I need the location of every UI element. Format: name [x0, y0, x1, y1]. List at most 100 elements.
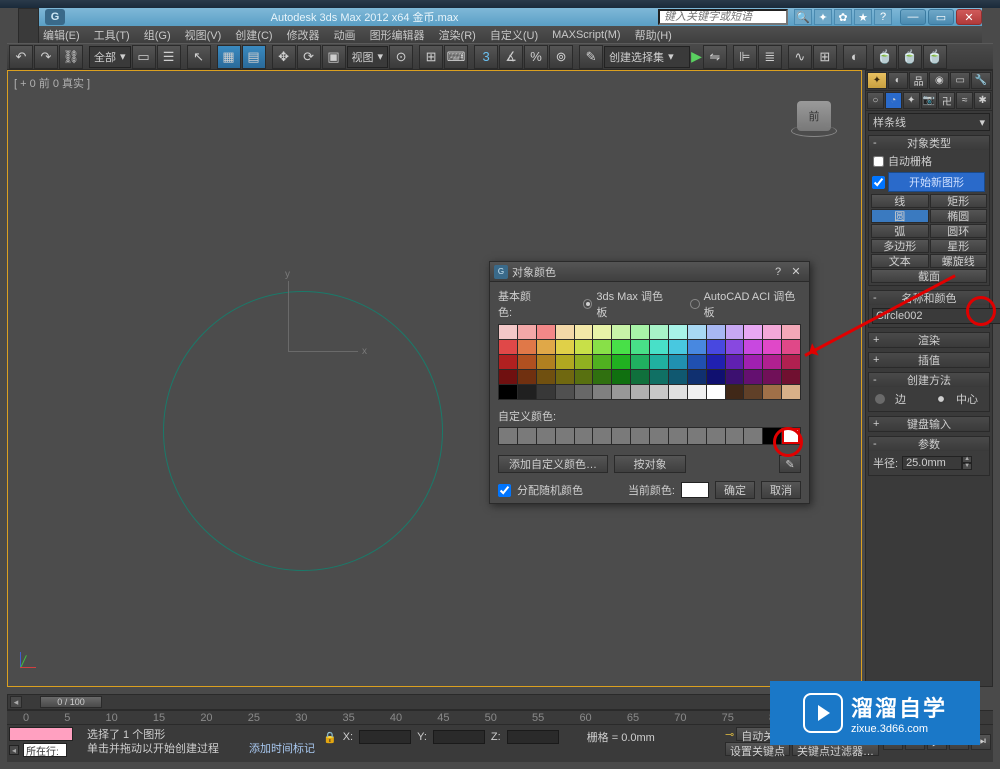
menu-grapheditors[interactable]: 图形编辑器: [370, 27, 425, 43]
viewport-label[interactable]: [ + 0 前 0 真实 ]: [14, 75, 90, 91]
shape-text-button[interactable]: 文本: [871, 254, 929, 268]
custom-color-cell[interactable]: [744, 428, 762, 444]
angle-snap-icon[interactable]: ∡: [499, 45, 523, 69]
spinner-snap-icon[interactable]: ⊚: [549, 45, 573, 69]
palette-color-cell[interactable]: [688, 385, 706, 399]
favorites-icon[interactable]: ★: [854, 9, 872, 25]
palette-color-cell[interactable]: [499, 340, 517, 354]
tab-motion-icon[interactable]: ◉: [929, 72, 949, 89]
palette-color-cell[interactable]: [650, 370, 668, 384]
palette-color-cell[interactable]: [556, 340, 574, 354]
shape-category-dropdown[interactable]: 样条线▾: [868, 113, 990, 131]
palette-color-cell[interactable]: [744, 385, 762, 399]
palette-color-cell[interactable]: [631, 370, 649, 384]
script-swatch[interactable]: [9, 727, 73, 741]
rollout-header[interactable]: +键盘输入: [869, 417, 989, 431]
cancel-button[interactable]: 取消: [761, 481, 801, 499]
time-slider-prev-icon[interactable]: ◂: [10, 696, 22, 708]
tab-display-icon[interactable]: ▭: [950, 72, 970, 89]
shape-line-button[interactable]: 线: [871, 194, 929, 208]
custom-color-cell[interactable]: [593, 428, 611, 444]
add-time-tag-button[interactable]: 添加时间标记: [249, 740, 315, 756]
custom-color-cell[interactable]: [556, 428, 574, 444]
palette-color-cell[interactable]: [593, 355, 611, 369]
palette-color-cell[interactable]: [688, 370, 706, 384]
palette-color-cell[interactable]: [726, 385, 744, 399]
palette-color-cell[interactable]: [669, 370, 687, 384]
tab-utilities-icon[interactable]: 🔧: [971, 72, 991, 89]
tab-hierarchy-icon[interactable]: 品: [909, 72, 929, 89]
key-icon[interactable]: ⊸: [725, 728, 734, 741]
palette-color-cell[interactable]: [612, 340, 630, 354]
palette-color-cell[interactable]: [556, 355, 574, 369]
palette-color-cell[interactable]: [763, 355, 781, 369]
current-color-swatch[interactable]: [681, 482, 709, 498]
palette-color-cell[interactable]: [726, 370, 744, 384]
start-new-shape-button[interactable]: 开始新图形: [888, 172, 985, 192]
palette-color-cell[interactable]: [782, 325, 800, 339]
shape-star-button[interactable]: 星形: [930, 239, 988, 253]
palette-color-cell[interactable]: [518, 370, 536, 384]
shape-helix-button[interactable]: 螺旋线: [930, 254, 988, 268]
cat-systems-icon[interactable]: ✱: [974, 92, 991, 109]
shape-rectangle-button[interactable]: 矩形: [930, 194, 988, 208]
palette-color-cell[interactable]: [707, 325, 725, 339]
cat-geometry-icon[interactable]: ○: [867, 92, 884, 109]
palette-color-cell[interactable]: [763, 370, 781, 384]
palette-color-cell[interactable]: [518, 385, 536, 399]
palette-color-cell[interactable]: [763, 325, 781, 339]
palette-color-cell[interactable]: [518, 355, 536, 369]
custom-color-cell[interactable]: [518, 428, 536, 444]
menu-animation[interactable]: 动画: [334, 27, 356, 43]
link-icon[interactable]: ⛓: [59, 45, 83, 69]
by-object-button[interactable]: 按对象: [614, 455, 686, 473]
rollout-header[interactable]: +渲染: [869, 333, 989, 347]
palette-color-cell[interactable]: [688, 355, 706, 369]
palette-color-cell[interactable]: [537, 355, 555, 369]
palette-color-cell[interactable]: [782, 385, 800, 399]
custom-color-cell[interactable]: [707, 428, 725, 444]
palette-color-cell[interactable]: [726, 325, 744, 339]
shape-circle-button[interactable]: 圆: [871, 209, 929, 223]
eyedropper-icon[interactable]: ✎: [779, 455, 801, 473]
palette-color-cell[interactable]: [650, 355, 668, 369]
palette-color-cell[interactable]: [669, 325, 687, 339]
exchange-icon[interactable]: ✿: [834, 9, 852, 25]
palette-color-cell[interactable]: [744, 325, 762, 339]
palette-color-cell[interactable]: [782, 340, 800, 354]
app-icon[interactable]: G: [45, 9, 65, 25]
time-slider-track[interactable]: ◂ 0 / 100: [7, 694, 862, 710]
palette-color-cell[interactable]: [499, 325, 517, 339]
palette-color-cell[interactable]: [593, 325, 611, 339]
rollout-header[interactable]: -对象类型: [869, 136, 989, 150]
palette-color-cell[interactable]: [688, 340, 706, 354]
palette-color-cell[interactable]: [556, 385, 574, 399]
time-slider-knob[interactable]: 0 / 100: [40, 696, 102, 708]
palette-color-cell[interactable]: [650, 325, 668, 339]
script-prev-icon[interactable]: ◂: [9, 745, 19, 755]
cat-cameras-icon[interactable]: 📷: [921, 92, 938, 109]
shape-ngon-button[interactable]: 多边形: [871, 239, 929, 253]
window-crossing-icon[interactable]: ▤: [242, 45, 266, 69]
custom-color-cell[interactable]: [669, 428, 687, 444]
schematic-view-icon[interactable]: ⊞: [813, 45, 837, 69]
palette-color-cell[interactable]: [612, 355, 630, 369]
palette-color-cell[interactable]: [707, 370, 725, 384]
render-icon[interactable]: 🍵: [923, 45, 947, 69]
curve-editor-icon[interactable]: ∿: [788, 45, 812, 69]
palette-color-cell[interactable]: [537, 340, 555, 354]
custom-color-cell[interactable]: [537, 428, 555, 444]
menu-help[interactable]: 帮助(H): [635, 27, 672, 43]
palette-color-cell[interactable]: [669, 340, 687, 354]
custom-color-cell[interactable]: [612, 428, 630, 444]
named-selection-dropdown[interactable]: 创建选择集▾: [604, 46, 690, 68]
selection-filter-dropdown[interactable]: 全部▾: [89, 46, 131, 68]
cat-spacewarps-icon[interactable]: ≈: [956, 92, 973, 109]
render-setup-icon[interactable]: 🍵: [873, 45, 897, 69]
palette-color-cell[interactable]: [726, 355, 744, 369]
manipulate-icon[interactable]: ⊞: [419, 45, 443, 69]
menu-tools[interactable]: 工具(T): [94, 27, 130, 43]
palette-color-cell[interactable]: [537, 385, 555, 399]
lock-selection-icon[interactable]: 🔒: [323, 731, 337, 744]
palette-color-cell[interactable]: [518, 325, 536, 339]
